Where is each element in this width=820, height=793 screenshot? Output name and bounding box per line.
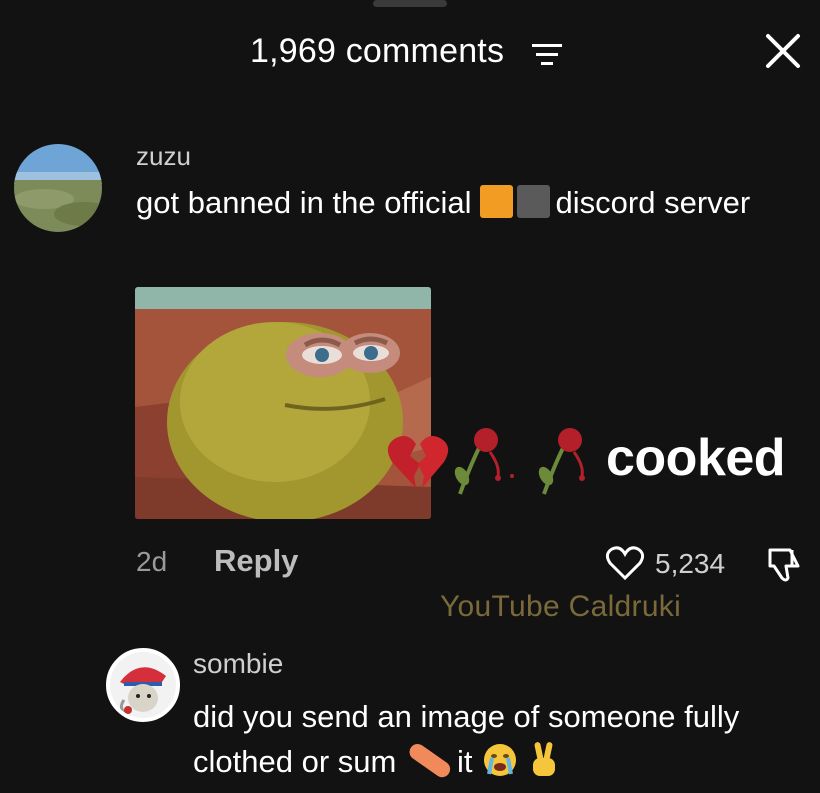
comment-text-line: did you send an image of someone fully <box>193 699 740 734</box>
comment-text-line: clothed or sum it <box>193 739 813 784</box>
reaction-emojis <box>386 426 618 496</box>
comment-text-end: it <box>456 744 473 779</box>
crying-face-icon <box>484 744 517 776</box>
comment-text-start: got banned in the official <box>136 185 472 220</box>
comment-reaction-text: cooked <box>606 429 786 487</box>
comments-count-title: 1,969 comments <box>250 32 505 70</box>
anime-avatar-image <box>110 652 176 718</box>
comment-age: 2d <box>136 546 168 577</box>
black-square-emoji <box>516 185 550 218</box>
comment-username[interactable]: zuzu <box>136 141 191 172</box>
broken-heart-icon <box>387 436 449 488</box>
avatar[interactable] <box>106 648 180 722</box>
landscape-avatar-image <box>14 144 102 232</box>
victory-hand-icon <box>532 742 555 776</box>
reply-button[interactable]: Reply <box>214 543 298 579</box>
bandage-icon <box>409 743 451 778</box>
wilted-rose-icon <box>454 428 514 495</box>
close-icon[interactable] <box>764 32 802 70</box>
comment-text-end: discord server <box>555 185 751 220</box>
comment-text: got banned in the official discord server <box>136 179 776 226</box>
drag-handle[interactable] <box>373 0 447 7</box>
dislike-icon[interactable] <box>764 544 804 584</box>
comment-username[interactable]: sombie <box>193 648 283 680</box>
comment-text-start: clothed or sum <box>193 744 397 779</box>
heart-icon[interactable] <box>605 545 645 581</box>
watermark-text: YouTube Caldruki <box>440 590 682 623</box>
sort-icon[interactable] <box>532 43 562 67</box>
avatar[interactable] <box>14 144 102 232</box>
like-count: 5,234 <box>655 548 726 579</box>
comment-text: did you send an image of someone fully c… <box>193 694 813 784</box>
orange-square-emoji <box>479 185 513 218</box>
